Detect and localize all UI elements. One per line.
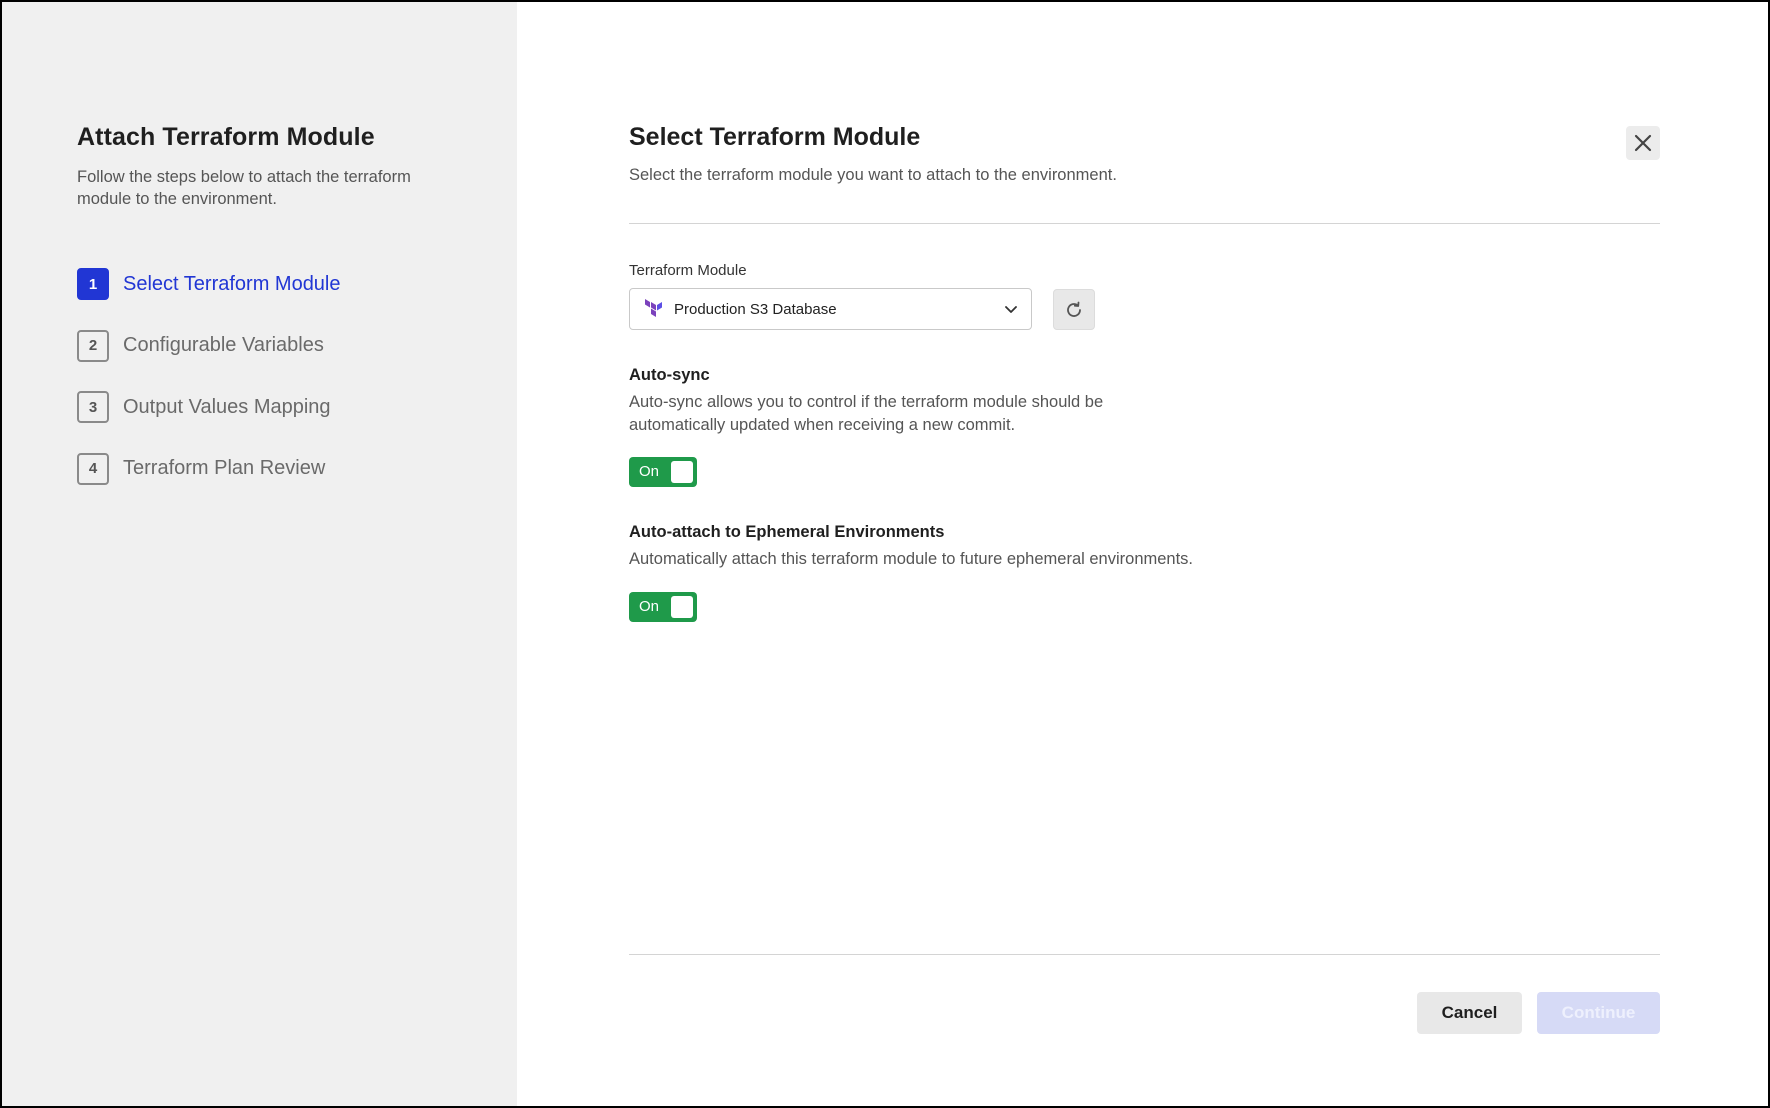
refresh-icon [1067, 301, 1081, 317]
step-number-badge: 3 [77, 391, 109, 423]
step-terraform-plan-review[interactable]: 4 Terraform Plan Review [77, 452, 341, 485]
sidebar-title: Attach Terraform Module [77, 123, 375, 151]
chevron-down-icon [1005, 306, 1017, 313]
auto-sync-title: Auto-sync [629, 366, 710, 384]
toggle-state-label: On [639, 463, 660, 480]
step-label: Output Values Mapping [123, 395, 331, 418]
selected-module-value: Production S3 Database [674, 300, 837, 318]
toggle-knob [671, 461, 693, 483]
cancel-button[interactable]: Cancel [1417, 992, 1522, 1034]
refresh-modules-button[interactable] [1053, 289, 1095, 330]
toggle-state-label: On [639, 598, 660, 615]
step-label: Select Terraform Module [123, 272, 341, 295]
header-divider [629, 223, 1660, 224]
step-configurable-variables[interactable]: 2 Configurable Variables [77, 329, 341, 362]
auto-sync-description: Auto-sync allows you to control if the t… [629, 393, 1104, 434]
footer-divider [629, 954, 1660, 955]
step-select-terraform-module[interactable]: 1 Select Terraform Module [77, 268, 341, 300]
sidebar-description: Follow the steps below to attach the ter… [77, 168, 411, 208]
terraform-module-label: Terraform Module [629, 262, 747, 279]
step-number-badge: 2 [77, 329, 109, 362]
close-button[interactable] [1626, 126, 1660, 160]
toggle-knob [671, 596, 693, 618]
terraform-module-select[interactable]: Production S3 Database [629, 288, 1032, 330]
auto-sync-toggle[interactable]: On [629, 457, 697, 487]
auto-attach-title: Auto-attach to Ephemeral Environments [629, 523, 945, 541]
step-label: Terraform Plan Review [123, 457, 326, 479]
attach-terraform-module-dialog: Attach Terraform Module Follow the steps… [0, 0, 1770, 1108]
step-number-badge: 4 [77, 452, 109, 485]
page-subtitle: Select the terraform module you want to … [629, 166, 1117, 184]
wizard-steps: 1 Select Terraform Module 2 Configurable… [77, 268, 341, 514]
step-number-badge: 1 [77, 268, 109, 300]
continue-button[interactable]: Continue [1537, 992, 1660, 1034]
wizard-sidebar: Attach Terraform Module Follow the steps… [2, 2, 517, 1106]
step-label: Configurable Variables [123, 334, 324, 356]
auto-attach-description: Automatically attach this terraform modu… [629, 550, 1194, 568]
close-icon [1634, 134, 1652, 152]
page-title: Select Terraform Module [629, 123, 921, 151]
auto-attach-toggle[interactable]: On [629, 592, 697, 622]
terraform-logo-icon [645, 299, 662, 317]
step-output-values-mapping[interactable]: 3 Output Values Mapping [77, 391, 341, 423]
main-panel: Select Terraform Module Select the terra… [517, 2, 1768, 1106]
